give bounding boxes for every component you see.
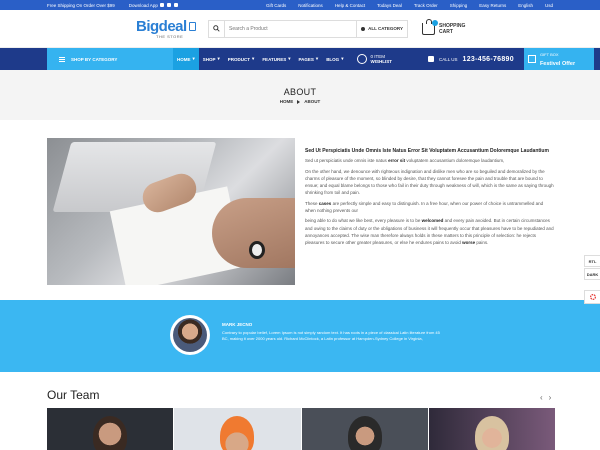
top-link-track-order[interactable]: Track Order [414, 3, 438, 8]
search-icon[interactable] [209, 20, 225, 37]
windows-icon[interactable] [173, 3, 178, 7]
team-member-card[interactable] [428, 408, 555, 450]
chevron-down-icon: ▾ [341, 56, 344, 61]
bag-icon [188, 21, 196, 31]
chevron-down-icon: ▾ [192, 56, 195, 61]
currency-select[interactable]: Usd [545, 3, 553, 8]
phone-number[interactable]: 123-456-76890 [463, 56, 514, 63]
cart-badge [432, 19, 438, 26]
avatar [170, 315, 210, 355]
nav-item-product[interactable]: PRODUCT ▾ [224, 48, 259, 70]
logo[interactable]: Bigdeal THE STORE [136, 19, 196, 39]
testimonial-quote: MARK JECNO Contrary to popular belief, L… [222, 322, 442, 342]
about-section: Sed Ut Perspiciatis Unde Omnis Iste Natu… [47, 138, 555, 285]
phone-icon [427, 56, 434, 62]
search-input[interactable] [225, 21, 357, 36]
about-paragraph: These cases are perfectly simple and eas… [305, 200, 544, 214]
nav-item-home[interactable]: HOME ▾ [173, 48, 199, 70]
nav-item-shop[interactable]: SHOP ▾ [199, 48, 224, 70]
category-icon [361, 26, 366, 31]
top-link-todays-deal[interactable]: Todays Deal [377, 3, 402, 8]
testimonial-section: MARK JECNO Contrary to popular belief, L… [0, 300, 600, 372]
shopping-cart[interactable]: SHOPPING CART [422, 18, 465, 35]
chevron-down-icon: ▾ [288, 56, 291, 61]
dark-mode-toggle[interactable]: DARK [584, 268, 600, 280]
about-paragraph: being able to do what we like best, ever… [305, 218, 554, 246]
top-link-help[interactable]: Help & Contact [335, 3, 365, 8]
team-grid [47, 408, 555, 450]
gift-box-offer[interactable]: GIFT BOX Festivel Offer [523, 48, 594, 70]
top-link-easy-returns[interactable]: Easy Returns [479, 3, 506, 8]
apple-icon[interactable] [159, 3, 164, 7]
page-banner: ABOUT HOME ABOUT [0, 70, 600, 120]
android-icon[interactable] [166, 3, 171, 7]
heart-icon [357, 54, 368, 64]
top-links: Gift Cards Notifications Help & Contact … [266, 3, 553, 8]
testimonial-name: MARK JECNO [222, 322, 253, 327]
top-link-shipping[interactable]: Shipping [450, 3, 468, 8]
all-category-dropdown[interactable]: ALL CATEGORY [356, 20, 407, 37]
about-text: Sed Ut Perspiciatis Unde Omnis Iste Natu… [305, 148, 555, 250]
testimonial-text: Contrary to popular belief, Lorem Ipsum … [222, 330, 440, 341]
language-select[interactable]: English [518, 3, 533, 8]
top-link-gift-cards[interactable]: Gift Cards [266, 3, 286, 8]
caret-right-icon [297, 99, 301, 104]
free-shipping-text: Free Shipping On Order Over $99 [47, 2, 115, 8]
chevron-down-icon: ▾ [315, 56, 319, 61]
breadcrumb: HOME ABOUT [0, 99, 600, 104]
top-strip: Free Shipping On Order Over $99 Download… [0, 0, 600, 10]
team-member-card[interactable] [174, 408, 301, 450]
menu: HOME ▾ SHOP ▾ PRODUCT ▾ FEATURES ▾ PAGES ▾ BL… [173, 48, 347, 70]
chevron-down-icon: ▾ [217, 56, 220, 61]
settings-gear-icon[interactable] [584, 290, 600, 304]
team-member-card[interactable] [47, 408, 174, 450]
call-us: CALL US 123-456-76890 [427, 48, 514, 70]
about-paragraph: On the other hand, we denounce with righ… [305, 168, 554, 196]
breadcrumb-current: ABOUT [304, 99, 321, 104]
page-title: ABOUT [283, 87, 317, 97]
top-link-notifications[interactable]: Notifications [298, 3, 323, 8]
main-nav: SHOP BY CATEGORY HOME ▾ SHOP ▾ PRODUCT ▾ FE… [0, 48, 600, 70]
watch-image [249, 241, 265, 259]
cart-icon [422, 18, 438, 35]
wishlist-button[interactable]: 0 ITEM WISHLIST [357, 48, 392, 70]
header: Bigdeal THE STORE ALL CATEGORY SHOPPINGC… [0, 10, 600, 48]
search-bar: ALL CATEGORY [208, 19, 408, 38]
rtl-toggle[interactable]: RTL [584, 255, 600, 267]
chevron-left-icon[interactable]: ‹ [540, 393, 543, 402]
chevron-right-icon[interactable]: › [549, 393, 552, 402]
chevron-down-icon: ▾ [252, 56, 255, 61]
gift-icon [527, 55, 536, 63]
about-paragraph: Sed ut perspiciatis unde omnis iste natu… [305, 158, 505, 164]
team-title: Our Team [47, 388, 100, 402]
team-slider-arrows: ‹ › [540, 393, 551, 402]
nav-item-pages[interactable]: PAGES ▾ [295, 48, 323, 70]
shop-by-category-button[interactable]: SHOP BY CATEGORY [47, 48, 173, 70]
team-member-card[interactable] [301, 408, 428, 450]
breadcrumb-home[interactable]: HOME [280, 99, 294, 104]
about-image [47, 138, 295, 285]
about-heading: Sed Ut Perspiciatis Unde Omnis Iste Natu… [305, 148, 549, 154]
menu-icon [59, 56, 65, 62]
download-app-link[interactable]: Download App [129, 3, 178, 8]
nav-item-blog[interactable]: BLOG ▾ [322, 48, 347, 70]
nav-item-features[interactable]: FEATURES ▾ [258, 48, 294, 70]
